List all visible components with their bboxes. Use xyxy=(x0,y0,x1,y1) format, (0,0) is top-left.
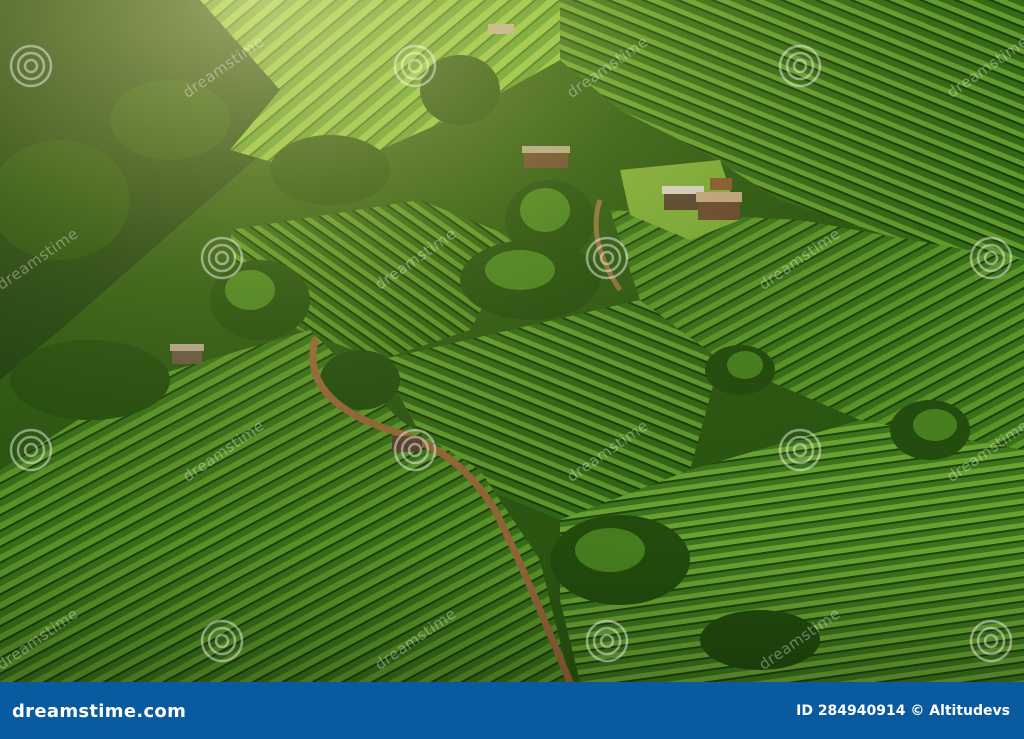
site-link[interactable]: dreamstime.com xyxy=(12,701,186,722)
copyright-symbol: © xyxy=(910,703,925,719)
aerial-plantation-photo: dreamstime dreamstime dreamstime dreamst… xyxy=(0,0,1024,682)
image-credit: ID 284940914 © Altitudevs xyxy=(796,703,1010,719)
stock-photo-frame: dreamstime dreamstime dreamstime dreamst… xyxy=(0,0,1024,739)
image-id: ID 284940914 xyxy=(796,703,906,719)
stock-footer-bar: dreamstime.com ID 284940914 © Altitudevs xyxy=(0,682,1024,739)
author-name[interactable]: Altitudevs xyxy=(929,703,1010,719)
plantation-illustration xyxy=(0,0,1024,682)
